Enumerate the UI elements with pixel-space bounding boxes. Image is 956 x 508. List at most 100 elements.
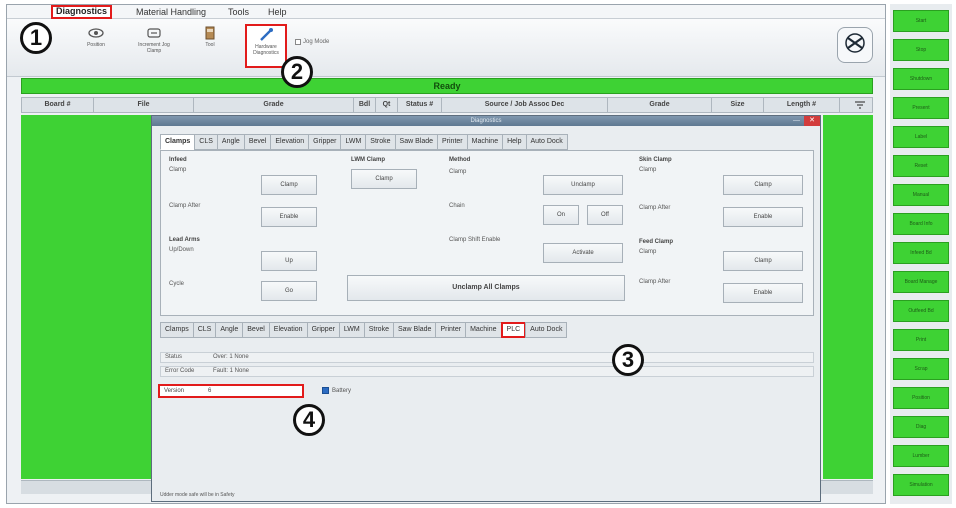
tab-saw-blade[interactable]: Saw Blade	[394, 134, 438, 150]
feed-clamp-button[interactable]: Clamp	[723, 251, 803, 271]
sidebar-button-start[interactable]: Start	[893, 10, 949, 32]
sidebar-button-simulation[interactable]: Simulation	[893, 474, 949, 496]
tab-angle[interactable]: Angle	[215, 322, 244, 338]
lwm-clamp-button[interactable]: Clamp	[351, 169, 417, 189]
plc-error-value: Fault: 1 None	[213, 368, 250, 374]
diagnostics-dialog: Diagnostics — ✕ Clamps CLS Angle Bevel E…	[151, 115, 821, 502]
column-header[interactable]: File	[94, 98, 194, 112]
lead-arms-up-button[interactable]: Up	[261, 251, 317, 271]
sidebar-button-lumber[interactable]: Lumber	[893, 445, 949, 467]
unclamp-all-button[interactable]: Unclamp All Clamps	[347, 275, 625, 301]
tab-gripper[interactable]: Gripper	[306, 322, 340, 338]
sidebar-button-shutdown[interactable]: Shutdown	[893, 68, 949, 90]
feed-clamp-group-title: Feed Clamp	[639, 239, 674, 245]
tab-stroke[interactable]: Stroke	[363, 322, 394, 338]
column-header[interactable]: Size	[712, 98, 764, 112]
tab-machine[interactable]: Machine	[465, 322, 502, 338]
column-header[interactable]: Board #	[22, 98, 94, 112]
sidebar-button-infeed[interactable]: Infeed Bd	[893, 242, 949, 264]
tab-machine[interactable]: Machine	[466, 134, 504, 150]
tab-bevel[interactable]: Bevel	[242, 322, 270, 338]
sidebar-button-scrap[interactable]: Scrap	[893, 358, 949, 380]
battery-label: Battery	[332, 387, 352, 394]
tab-gripper[interactable]: Gripper	[308, 134, 342, 150]
tab-bevel[interactable]: Bevel	[243, 134, 272, 150]
sidebar-button-board-manage[interactable]: Board Manage	[893, 271, 949, 293]
position-button[interactable]: Position	[75, 24, 117, 68]
tab-auto-dock[interactable]: Auto Dock	[525, 322, 568, 338]
tool-button[interactable]: Tool	[189, 24, 231, 68]
tab-stroke[interactable]: Stroke	[365, 134, 396, 150]
sidebar-button-stop[interactable]: Stop	[893, 39, 949, 61]
clamp-shift-label: Clamp Shift Enable	[449, 237, 501, 243]
sidebar-button-manual[interactable]: Manual	[893, 184, 949, 206]
menu-diagnostics[interactable]: Diagnostics	[51, 5, 113, 19]
skin-enable-button[interactable]: Enable	[723, 207, 803, 227]
tab-printer[interactable]: Printer	[435, 322, 467, 338]
tab-clamps[interactable]: Clamps	[160, 134, 196, 150]
saw-logo-icon	[845, 33, 865, 53]
feed-enable-button[interactable]: Enable	[723, 283, 803, 303]
column-header[interactable]: Source / Job Assoc Dec	[442, 98, 608, 112]
method-unclamp-button[interactable]: Unclamp	[543, 175, 623, 195]
sidebar-button-reset[interactable]: Reset	[893, 155, 949, 177]
tab-cls[interactable]: CLS	[192, 322, 217, 338]
hardware-diagnostics-button[interactable]: Hardware Diagnostics	[245, 24, 287, 68]
sidebar-button-diag[interactable]: Diag	[893, 416, 949, 438]
callout-3: 3	[612, 344, 644, 376]
close-icon[interactable]: ✕	[804, 116, 820, 126]
column-header[interactable]: Grade	[608, 98, 712, 112]
sidebar-button-print[interactable]: Print	[893, 329, 949, 351]
tab-lwm[interactable]: LWM	[340, 134, 367, 150]
increment-jog-clamp-button[interactable]: Increment Jog Clamp	[133, 24, 175, 68]
sidebar-button-board-info[interactable]: Board Info	[893, 213, 949, 235]
column-header[interactable]: Status #	[398, 98, 442, 112]
chain-on-button[interactable]: On	[543, 205, 579, 225]
infeed-clamp-button[interactable]: Clamp	[261, 175, 317, 195]
tab-angle[interactable]: Angle	[216, 134, 245, 150]
tab-help[interactable]: Help	[502, 134, 527, 150]
sidebar-button-position[interactable]: Position	[893, 387, 949, 409]
sidebar-button-label[interactable]: Label	[893, 126, 949, 148]
tool-icon	[205, 26, 215, 40]
tab-elevation[interactable]: Elevation	[268, 322, 308, 338]
tab-auto-dock[interactable]: Auto Dock	[525, 134, 568, 150]
infeed-clamp-after-button[interactable]: Enable	[261, 207, 317, 227]
plc-status-label: Status	[165, 354, 183, 360]
skin-clamp-button[interactable]: Clamp	[723, 175, 803, 195]
tab-printer[interactable]: Printer	[437, 134, 468, 150]
tab-plc[interactable]: PLC	[500, 322, 527, 338]
tab-cls[interactable]: CLS	[194, 134, 218, 150]
tab-lwm[interactable]: LWM	[338, 322, 365, 338]
column-header[interactable]: Grade	[194, 98, 354, 112]
callout-1: 1	[20, 22, 52, 54]
skin-clamp-label: Clamp	[639, 167, 657, 173]
column-header[interactable]: Qt	[376, 98, 398, 112]
column-header[interactable]: Bdl	[354, 98, 376, 112]
column-header[interactable]: Length #	[764, 98, 840, 112]
activate-button[interactable]: Activate	[543, 243, 623, 263]
sidebar-button-outfeed[interactable]: Outfeed Bd	[893, 300, 949, 322]
jog-mode-checkbox[interactable]: Jog Mode	[295, 39, 329, 45]
menu-material-handling[interactable]: Material Handling	[133, 6, 209, 18]
tab-elevation[interactable]: Elevation	[270, 134, 310, 150]
menu-tools[interactable]: Tools	[225, 6, 252, 18]
method-clamp-label: Clamp	[449, 169, 467, 175]
sidebar-button-present[interactable]: Present	[893, 97, 949, 119]
tab-clamps[interactable]: Clamps	[160, 322, 194, 338]
lead-arms-go-button[interactable]: Go	[261, 281, 317, 301]
minimize-icon[interactable]: —	[793, 116, 800, 125]
dialog-title: Diagnostics	[470, 118, 502, 124]
company-logo	[837, 27, 873, 63]
right-board-pane	[823, 115, 873, 479]
feed-clamp-label: Clamp	[639, 249, 657, 255]
bottom-tab-row: Clamps CLS Angle Bevel Elevation Gripper…	[160, 322, 568, 338]
lead-arms-group-title: Lead Arms	[169, 237, 200, 243]
filter-icon[interactable]	[854, 100, 866, 110]
callout-4: 4	[293, 404, 325, 436]
chain-off-button[interactable]: Off	[587, 205, 623, 225]
checkbox-box[interactable]	[295, 39, 301, 45]
tab-saw-blade[interactable]: Saw Blade	[392, 322, 437, 338]
menu-help[interactable]: Help	[265, 6, 290, 18]
plc-status-row: Status Over: 1 None	[160, 352, 814, 363]
